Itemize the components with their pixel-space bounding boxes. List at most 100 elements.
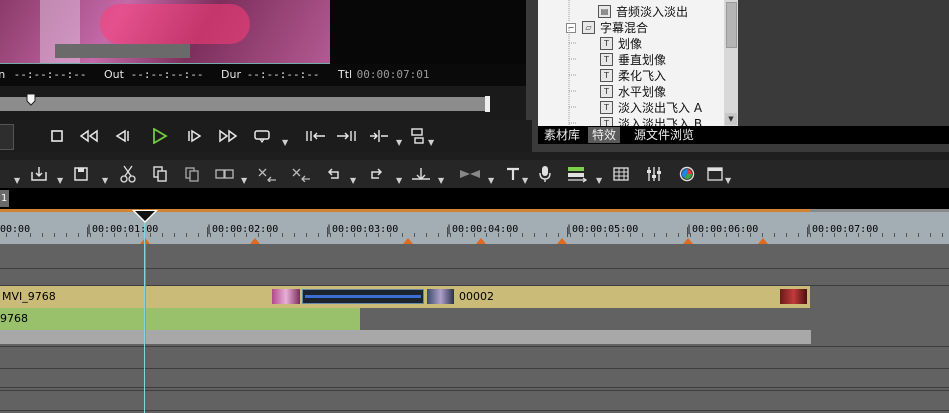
- stop-button[interactable]: [44, 124, 70, 148]
- tree-item-vertical-wipe[interactable]: T 垂直划像: [600, 51, 666, 67]
- mark-in-button[interactable]: [300, 124, 330, 148]
- transport-menu-button[interactable]: [0, 124, 14, 150]
- audio-clip[interactable]: [0, 308, 360, 330]
- title-button[interactable]: [502, 163, 524, 185]
- tree-connector-lines: [568, 0, 577, 126]
- audio-clip-label: 9768: [0, 312, 28, 325]
- voiceover-button[interactable]: [534, 163, 556, 185]
- save-icon: [74, 167, 88, 181]
- timecode-row: In --:--:--:-- Out --:--:--:-- Dur --:--…: [0, 64, 526, 86]
- chevron-down-icon[interactable]: ▼: [596, 176, 602, 185]
- ruler-minor-tick: [630, 233, 631, 237]
- ruler-minor-tick: [570, 233, 571, 237]
- fast-forward-button[interactable]: [215, 124, 241, 148]
- ruler-minor-tick: [258, 233, 259, 237]
- chevron-down-icon[interactable]: ▼: [438, 176, 444, 185]
- undo-button[interactable]: [322, 163, 346, 185]
- chevron-down-icon[interactable]: ▼: [725, 176, 731, 185]
- color-correction-button[interactable]: [676, 163, 698, 185]
- tree-scrollbar[interactable]: ▼: [724, 0, 738, 126]
- tree-item-label: 柔化飞入: [618, 68, 667, 83]
- ruler-minor-tick: [582, 233, 583, 237]
- ruler-minor-tick: [330, 233, 331, 237]
- step-back-icon: [115, 129, 129, 143]
- transition-block[interactable]: [302, 289, 424, 304]
- chevron-down-icon[interactable]: ▼: [241, 176, 247, 185]
- chevron-down-icon[interactable]: ▼: [522, 176, 528, 185]
- scrub-bar[interactable]: [0, 97, 488, 111]
- transition-icon: [460, 170, 480, 178]
- chevron-down-icon[interactable]: ▼: [102, 176, 108, 185]
- rubber-band-icon: [412, 168, 430, 180]
- sync-button[interactable]: [564, 163, 592, 185]
- redo-button[interactable]: [364, 163, 388, 185]
- view-button[interactable]: [704, 163, 726, 185]
- ruler-minor-tick: [438, 233, 439, 237]
- play-button[interactable]: [146, 124, 172, 148]
- ruler-minor-tick: [102, 233, 103, 237]
- tree-item-fade-fly-in-b[interactable]: T 淡入淡出飞入 B: [600, 115, 702, 126]
- ruler-minor-tick: [498, 233, 499, 237]
- step-back-button[interactable]: [108, 124, 134, 148]
- ruler-minor-tick: [858, 233, 859, 237]
- ruler-minor-tick: [378, 233, 379, 237]
- import-button[interactable]: [26, 163, 52, 185]
- match-frame-button[interactable]: [406, 124, 430, 148]
- tree-item-fade-fly-in-a[interactable]: T 淡入淡出飞入 A: [600, 99, 702, 115]
- ruler-major-tick: [687, 227, 688, 237]
- scroll-down-icon[interactable]: ▼: [725, 113, 737, 125]
- copy-button[interactable]: [148, 163, 172, 185]
- tree-item-audio-fade[interactable]: ▤ 音频淡入淡出: [598, 3, 688, 19]
- grid-button[interactable]: [610, 163, 632, 185]
- scrollbar-thumb[interactable]: [726, 2, 737, 48]
- ruler-minor-tick: [138, 233, 139, 237]
- tab-effects[interactable]: 特效: [588, 127, 621, 143]
- track-region: [0, 330, 811, 344]
- chevron-down-icon[interactable]: ▼: [14, 176, 20, 185]
- delete-button[interactable]: [254, 163, 280, 185]
- tree-item-soft-fly-in[interactable]: T 柔化飞入: [600, 67, 666, 83]
- ripple-delete-button[interactable]: [288, 163, 314, 185]
- split-button[interactable]: [364, 124, 394, 148]
- window-icon: [707, 167, 723, 181]
- ruler-minor-tick: [894, 233, 895, 237]
- tree-item-horizontal-wipe[interactable]: T 水平划像: [600, 83, 666, 99]
- rewind-button[interactable]: [76, 124, 102, 148]
- ruler-minor-tick: [66, 233, 67, 237]
- chevron-down-icon[interactable]: ▼: [488, 176, 494, 185]
- ruler-minor-tick: [186, 233, 187, 237]
- rewind-icon: [79, 129, 98, 143]
- ruler-major-tick: [807, 227, 808, 237]
- chevron-down-icon[interactable]: ▼: [282, 138, 288, 147]
- ruler-minor-tick: [642, 233, 643, 237]
- chevron-down-icon[interactable]: ▼: [350, 176, 356, 185]
- cut-button[interactable]: [116, 163, 140, 185]
- chevron-down-icon[interactable]: ▼: [428, 138, 434, 147]
- ruler-major-tick: [87, 227, 88, 237]
- ruler-label: |00:00:03:00: [326, 224, 399, 235]
- ruler-major-tick: [567, 227, 568, 237]
- paste-button[interactable]: [180, 163, 204, 185]
- ruler-minor-tick: [30, 233, 31, 237]
- save-button[interactable]: [68, 163, 94, 185]
- scrub-handle[interactable]: [26, 94, 36, 106]
- overwrite-button[interactable]: [212, 163, 238, 185]
- ruler-minor-tick: [714, 233, 715, 237]
- volume-line-button[interactable]: [408, 163, 434, 185]
- tree-item-wipe[interactable]: T 划像: [600, 35, 642, 51]
- loop-button[interactable]: [249, 124, 275, 148]
- transition-button[interactable]: [456, 163, 484, 185]
- clip-thumbnail: [272, 289, 300, 304]
- tree-item-label: 水平划像: [618, 84, 667, 99]
- step-forward-button[interactable]: [183, 124, 209, 148]
- mark-out-button[interactable]: [332, 124, 362, 148]
- mixer-button[interactable]: [642, 163, 666, 185]
- chevron-down-icon[interactable]: ▼: [396, 176, 402, 185]
- tab-source-browser[interactable]: 源文件浏览: [630, 127, 698, 143]
- chevron-down-icon[interactable]: ▼: [396, 138, 402, 147]
- tab-media-library[interactable]: 素材库: [540, 127, 584, 143]
- fast-forward-icon: [219, 129, 238, 143]
- chevron-down-icon[interactable]: ▼: [57, 176, 63, 185]
- mixer-icon: [647, 167, 661, 181]
- ruler-label: 00:00: [0, 224, 31, 235]
